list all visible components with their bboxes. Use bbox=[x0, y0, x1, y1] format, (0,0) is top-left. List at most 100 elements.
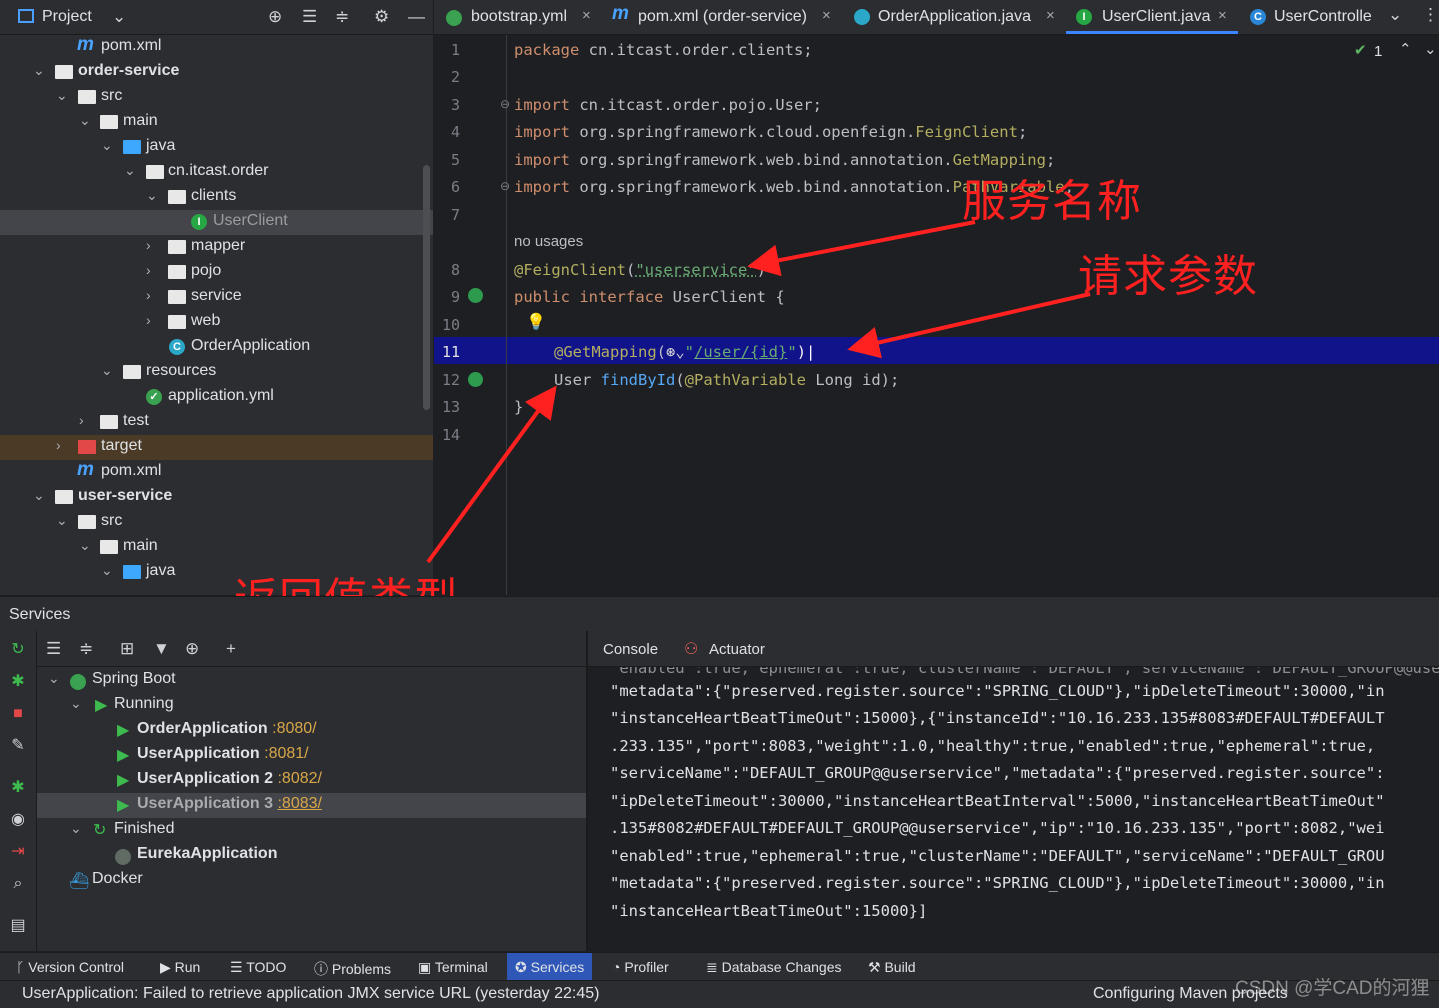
tree-item[interactable]: ⌄ order-service bbox=[0, 60, 433, 85]
close-icon[interactable]: × bbox=[1046, 7, 1055, 24]
new-tab-icon[interactable]: ⊕ bbox=[185, 639, 199, 659]
inspections-check-icon[interactable]: ✔ bbox=[1354, 41, 1367, 59]
tree-item[interactable]: ⌄ src bbox=[0, 510, 433, 535]
tab-pom-xml[interactable]: m pom.xml (order-service) × bbox=[610, 0, 838, 34]
chevron-down-icon[interactable]: ⌄ bbox=[79, 537, 91, 554]
locate-icon[interactable]: ⊕ bbox=[268, 7, 282, 27]
wrench-icon[interactable]: ✎ bbox=[9, 737, 27, 755]
chevron-down-icon[interactable]: ⌄ bbox=[56, 512, 68, 529]
tree-item[interactable]: ⌄ src bbox=[0, 85, 433, 110]
fold-icon[interactable]: ⊖ bbox=[500, 179, 510, 193]
tree-item[interactable]: ⌄ clients bbox=[0, 185, 433, 210]
service-item-selected[interactable]: ▶ UserApplication 3 :8083/ bbox=[37, 793, 586, 818]
tree-item[interactable]: ⌄ main bbox=[0, 110, 433, 135]
restart-debug-icon[interactable]: ✱ bbox=[9, 779, 27, 797]
close-icon[interactable]: × bbox=[582, 7, 591, 24]
chevron-right-icon[interactable]: › bbox=[146, 237, 151, 253]
collapse-all-icon[interactable]: ≑ bbox=[335, 7, 349, 27]
chevron-down-icon[interactable]: ⌄ bbox=[48, 670, 60, 687]
service-item[interactable]: ▶ UserApplication :8081/ bbox=[37, 743, 586, 768]
rerun-icon[interactable]: ↻ bbox=[9, 641, 27, 659]
close-icon[interactable]: × bbox=[1218, 7, 1227, 24]
tree-item[interactable]: m pom.xml bbox=[0, 459, 433, 485]
search-icon[interactable]: ⌕ bbox=[9, 875, 27, 893]
chevron-down-icon[interactable]: ⌄ bbox=[56, 87, 68, 104]
tree-item[interactable]: › web bbox=[0, 310, 433, 335]
chevron-down-icon[interactable]: ⌄ bbox=[101, 562, 113, 579]
more-icon[interactable]: ⋮ bbox=[1422, 5, 1439, 25]
chevron-down-icon[interactable]: ⌄ bbox=[70, 695, 82, 712]
service-group-running[interactable]: ⌄ ▶ Running bbox=[37, 693, 586, 718]
chevron-down-icon[interactable]: ⌄ bbox=[33, 62, 45, 79]
chevron-down-icon[interactable]: ⌄ bbox=[33, 487, 45, 504]
stop-icon[interactable]: ■ bbox=[9, 705, 27, 723]
project-panel-title[interactable]: Project bbox=[42, 8, 92, 26]
service-port-link[interactable]: :8082/ bbox=[277, 770, 321, 787]
tool-terminal[interactable]: ▣ Terminal bbox=[418, 959, 488, 976]
chevron-right-icon[interactable]: › bbox=[56, 437, 61, 453]
inspection-count[interactable]: 1 bbox=[1374, 43, 1382, 60]
chevron-right-icon[interactable]: › bbox=[146, 287, 151, 303]
tool-run[interactable]: ▶ Run bbox=[160, 959, 200, 976]
tool-services[interactable]: ✪ Services bbox=[507, 953, 593, 980]
implementations-gutter-icon[interactable] bbox=[468, 372, 483, 387]
chevron-right-icon[interactable]: › bbox=[146, 262, 151, 278]
tree-item-selected[interactable]: I UserClient bbox=[0, 210, 433, 235]
tree-item[interactable]: ⌄ resources bbox=[0, 360, 433, 385]
console-output[interactable]: "enabled":true,"ephemeral":true,"cluster… bbox=[588, 667, 1439, 951]
tree-item[interactable]: › pojo bbox=[0, 260, 433, 285]
chevron-down-icon[interactable]: ⌄ bbox=[146, 187, 158, 204]
tree-item[interactable]: › target bbox=[0, 435, 433, 460]
service-group-finished[interactable]: ⌄ ↻ Finished bbox=[37, 818, 586, 843]
gear-icon[interactable]: ⚙ bbox=[374, 7, 389, 27]
chevron-down-icon[interactable]: ⌄ bbox=[101, 137, 113, 154]
tab-bootstrap-yml[interactable]: bootstrap.yml × bbox=[444, 0, 604, 34]
service-group-docker[interactable]: ⛴ Docker bbox=[37, 868, 586, 893]
tree-item[interactable]: ✓ application.yml bbox=[0, 385, 433, 410]
service-item[interactable]: ▶ UserApplication 2 :8082/ bbox=[37, 768, 586, 793]
chevron-down-icon[interactable]: ⌄ bbox=[79, 112, 91, 129]
tool-version-control[interactable]: ᚴ Version Control bbox=[16, 959, 124, 975]
tab-console[interactable]: Console bbox=[603, 641, 658, 658]
tab-user-controller[interactable]: C UserControlle bbox=[1246, 0, 1386, 34]
close-icon[interactable]: × bbox=[822, 7, 831, 24]
expand-all-icon[interactable]: ☰ bbox=[302, 7, 317, 27]
layout-icon[interactable]: ▤ bbox=[9, 917, 27, 935]
tab-actuator[interactable]: Actuator bbox=[709, 641, 765, 658]
tree-item[interactable]: C OrderApplication bbox=[0, 335, 433, 360]
tree-item[interactable]: › service bbox=[0, 285, 433, 310]
tool-todo[interactable]: ☰ TODO bbox=[230, 959, 286, 976]
service-group-spring-boot[interactable]: ⌄ Spring Boot bbox=[37, 668, 586, 693]
fold-icon[interactable]: ⊖ bbox=[500, 97, 510, 111]
service-port-link[interactable]: :8080/ bbox=[272, 720, 316, 737]
tree-item[interactable]: ⌄ java bbox=[0, 135, 433, 160]
chevron-up-icon[interactable]: ⌃ bbox=[1399, 40, 1412, 58]
web-endpoint-icon[interactable]: ⊛⌄ bbox=[666, 343, 685, 361]
hide-icon[interactable]: — bbox=[408, 7, 425, 27]
tab-order-application[interactable]: OrderApplication.java × bbox=[852, 0, 1062, 34]
tool-problems[interactable]: ⓘ Problems bbox=[314, 959, 391, 979]
exit-icon[interactable]: ⇥ bbox=[9, 843, 27, 861]
project-scrollbar[interactable] bbox=[423, 165, 430, 410]
expand-all-icon[interactable]: ☰ bbox=[46, 639, 61, 659]
chevron-right-icon[interactable]: › bbox=[146, 312, 151, 328]
service-port-link[interactable]: :8083/ bbox=[277, 795, 321, 812]
usages-inlay-hint[interactable]: no usages bbox=[514, 233, 583, 250]
status-message[interactable]: UserApplication: Failed to retrieve appl… bbox=[22, 985, 599, 1003]
add-service-icon[interactable]: + bbox=[226, 639, 236, 659]
tool-database-changes[interactable]: ≣ Database Changes bbox=[706, 959, 842, 976]
service-item[interactable]: ▶ OrderApplication :8080/ bbox=[37, 718, 586, 743]
tree-item[interactable]: › test bbox=[0, 410, 433, 435]
project-view-icon[interactable] bbox=[18, 9, 34, 23]
tool-build[interactable]: ⚒ Build bbox=[868, 959, 916, 976]
tree-item[interactable]: ⌄ main bbox=[0, 535, 433, 560]
tree-item[interactable]: ⌄ user-service bbox=[0, 485, 433, 510]
service-item[interactable]: EurekaApplication bbox=[37, 843, 586, 868]
chevron-down-icon[interactable]: ⌄ bbox=[101, 362, 113, 379]
code-editor[interactable]: 1 2 3 4 5 6 7 8 9 10 11 12 13 14 ⊖ ⊖ ✔ 1… bbox=[434, 35, 1439, 595]
chevron-down-icon[interactable]: ⌄ bbox=[124, 162, 136, 179]
tab-list-chevron-icon[interactable]: ⌄ bbox=[1388, 5, 1402, 25]
tool-profiler[interactable]: ◔ Profiler bbox=[612, 959, 669, 975]
filter-icon[interactable]: ▼ bbox=[153, 639, 170, 659]
group-icon[interactable]: ⊞ bbox=[120, 639, 134, 659]
